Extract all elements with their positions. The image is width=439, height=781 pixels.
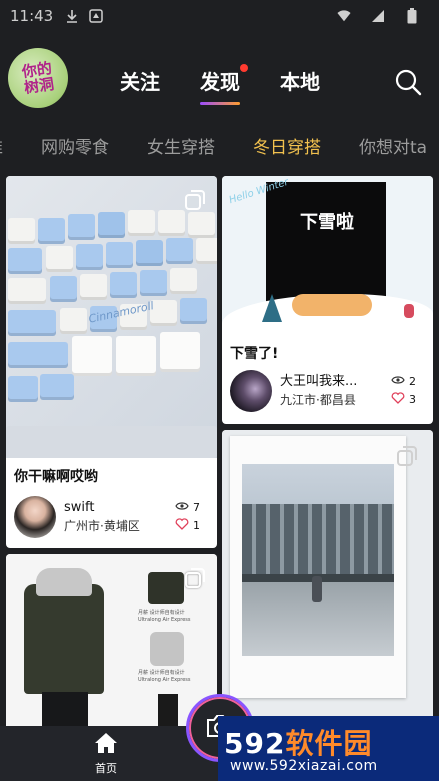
views-stat: 7: [175, 499, 209, 517]
small-pants-shape: [158, 694, 178, 726]
multi-image-icon: [395, 444, 419, 468]
category-tab-to-you[interactable]: 你想对ta: [359, 133, 427, 158]
wifi-icon: [337, 9, 351, 23]
post-stats: 7 1: [175, 499, 209, 536]
watermark: 592软件园 www.592xiazai.com: [218, 716, 439, 781]
logo-text: 你的树洞: [20, 59, 56, 97]
user-info: 大王叫我来... 九江市·都昌县: [280, 373, 391, 409]
avatar[interactable]: [14, 496, 56, 538]
watermark-url: www.592xiazai.com: [230, 758, 378, 774]
multi-image-icon: [183, 566, 207, 590]
avatar[interactable]: [230, 370, 272, 412]
category-tab-snacks[interactable]: 网购零食: [41, 133, 109, 158]
category-tab-partial[interactable]: 推: [0, 133, 3, 158]
building-photo: [242, 464, 394, 656]
product-text-1: 月薪 设计师自有设计 Ultralong Air Express: [138, 610, 191, 623]
likes-stat[interactable]: 3: [391, 391, 425, 410]
post-image: Cinnamoroll: [6, 176, 217, 458]
search-icon[interactable]: [394, 68, 422, 96]
feed-card[interactable]: Cinnamoroll 你干嘛啊哎哟 swift 广州市·黄埔区 7 1: [6, 176, 217, 548]
feed-card[interactable]: [222, 430, 433, 726]
feed-grid: Cinnamoroll 你干嘛啊哎哟 swift 广州市·黄埔区 7 1 Hel…: [0, 176, 439, 726]
watermark-brand: 592软件园: [224, 722, 372, 762]
category-tab-winter-outfit[interactable]: 冬日穿搭: [253, 133, 321, 158]
views-count: 7: [193, 500, 200, 514]
heart-icon[interactable]: [391, 391, 405, 410]
download-icon: [65, 9, 79, 23]
notification-icon: [89, 9, 103, 23]
tab-local-label: 本地: [280, 70, 320, 94]
likes-count: 3: [409, 393, 416, 406]
tab-follow[interactable]: 关注: [120, 66, 160, 95]
signal-icon: [371, 9, 385, 23]
user-name[interactable]: swift: [64, 499, 175, 517]
category-tab-girls-outfit[interactable]: 女生穿搭: [147, 133, 215, 158]
watermark-brand-number: 592: [224, 727, 286, 760]
user-info: swift 广州市·黄埔区: [64, 499, 175, 535]
eye-icon: [391, 373, 405, 391]
tab-follow-label: 关注: [120, 70, 160, 94]
likes-stat[interactable]: 1: [175, 517, 209, 536]
post-image: Hello Winter 下雪啦: [222, 176, 433, 336]
polaroid-frame: [230, 436, 406, 698]
category-tabs: 推 网购零食 女生穿搭 冬日穿搭 你想对ta: [0, 130, 439, 160]
skier-shape: [404, 304, 414, 318]
heart-icon[interactable]: [175, 517, 189, 536]
tab-discover-label: 发现: [200, 70, 240, 94]
photo-title-text: 下雪啦: [300, 212, 354, 233]
battery-icon: [405, 8, 419, 24]
likes-count: 1: [193, 519, 200, 532]
views-stat: 2: [391, 373, 425, 391]
jacket-shape: [24, 584, 104, 694]
post-image: [222, 430, 433, 726]
home-icon: [94, 733, 118, 758]
post-caption: 你干嘛啊哎哟: [14, 469, 98, 485]
app-logo[interactable]: 你的树洞: [8, 48, 68, 108]
small-jacket-shape: [148, 572, 184, 604]
feed-card[interactable]: 月薪 设计师自有设计 Ultralong Air Express 月薪 设计师自…: [6, 554, 217, 726]
watermark-brand-text: 软件园: [285, 727, 373, 760]
views-count: 2: [409, 374, 416, 388]
user-location: 九江市·都昌县: [280, 393, 356, 407]
feed-card[interactable]: Hello Winter 下雪啦 下雪了! 大王叫我来... 九江市·都昌县 2: [222, 176, 433, 424]
post-stats: 2 3: [391, 373, 425, 410]
user-name[interactable]: 大王叫我来...: [280, 373, 391, 391]
status-time: 11:43: [10, 7, 54, 25]
tree-shape: [262, 294, 282, 322]
product-text-2: 月薪 设计师自有设计 Ultralong Air Express: [138, 670, 191, 683]
nav-home-label: 首页: [95, 762, 117, 775]
photo-dark-panel: [266, 182, 386, 302]
eye-icon: [175, 499, 189, 517]
app-header: 你的树洞 关注 发现 本地: [0, 46, 439, 116]
tab-discover[interactable]: 发现: [200, 64, 248, 105]
post-meta: 大王叫我来... 九江市·都昌县 2 3: [222, 370, 433, 412]
post-caption: 下雪了!: [230, 346, 279, 362]
hoodie-shape: [36, 568, 92, 596]
nav-home[interactable]: 首页: [86, 732, 126, 776]
main-tabs: 关注 发现 本地: [120, 64, 320, 105]
post-image: 月薪 设计师自有设计 Ultralong Air Express 月薪 设计师自…: [6, 554, 217, 726]
user-location: 广州市·黄埔区: [64, 519, 140, 533]
tab-local[interactable]: 本地: [280, 66, 320, 95]
cats-shape: [292, 294, 372, 316]
multi-image-icon: [183, 188, 207, 212]
pants-shape: [42, 692, 88, 726]
status-bar: 11:43: [0, 0, 439, 32]
post-meta: swift 广州市·黄埔区 7 1: [6, 496, 217, 538]
notification-dot: [240, 64, 248, 72]
small-hoodie-shape: [150, 632, 184, 666]
